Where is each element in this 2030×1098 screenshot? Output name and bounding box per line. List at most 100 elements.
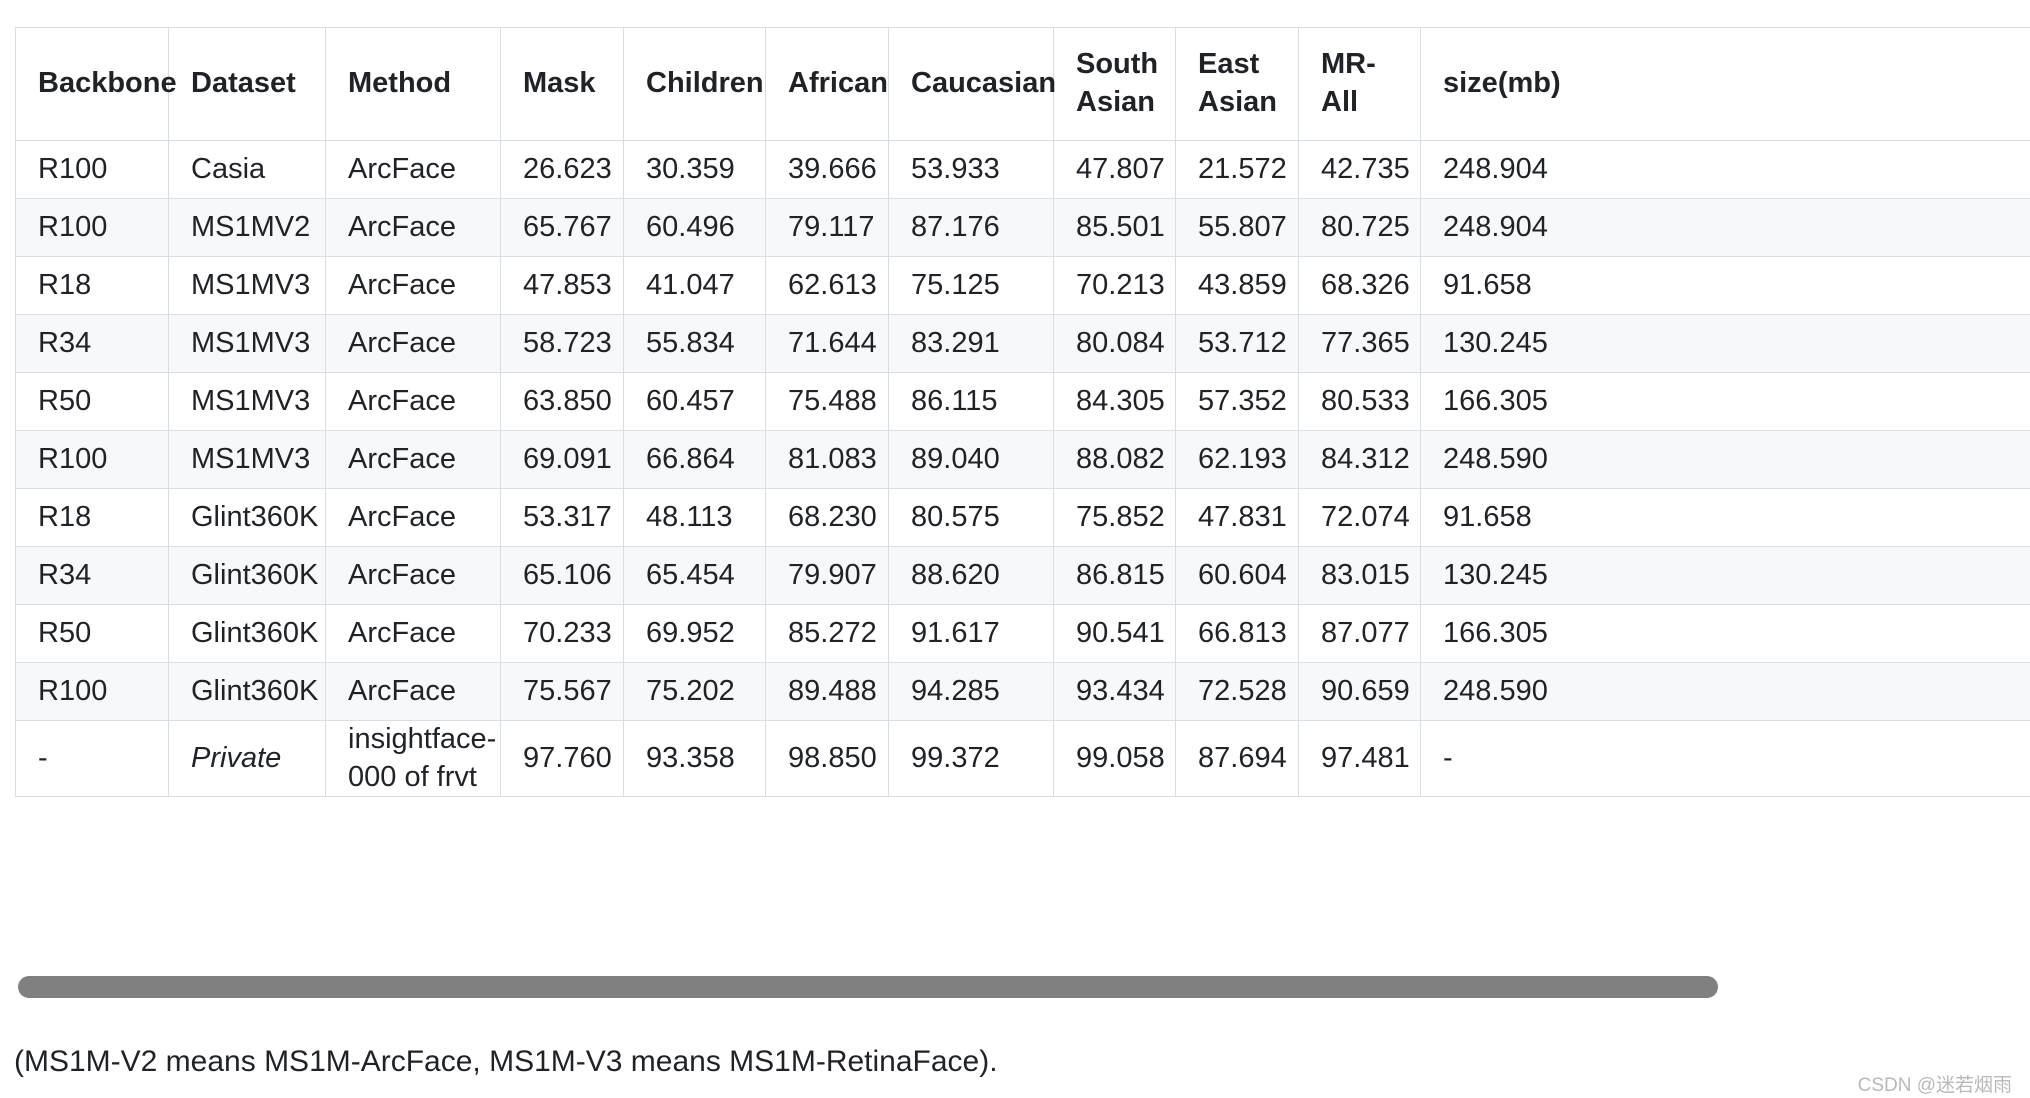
cell-method: ArcFace	[325, 546, 501, 605]
cell-caucasian: 99.372	[888, 719, 1054, 798]
cell-size-mb: 130.245	[1420, 314, 2030, 373]
cell-dataset: Glint360K	[168, 488, 326, 547]
cell-mr-all: 42.735	[1298, 140, 1421, 199]
cell-mr-all: 72.074	[1298, 488, 1421, 547]
cell-children: 69.952	[623, 604, 766, 663]
table-scroll-viewport[interactable]: Backbone Dataset Method Mask Children Af…	[15, 27, 2030, 1004]
cell-dataset: MS1MV3	[168, 314, 326, 373]
cell-east-asian: 47.831	[1175, 488, 1299, 547]
cell-mr-all: 80.533	[1298, 372, 1421, 431]
table-header-row: Backbone Dataset Method Mask Children Af…	[15, 27, 2030, 141]
cell-caucasian: 91.617	[888, 604, 1054, 663]
cell-east-asian: 66.813	[1175, 604, 1299, 663]
cell-method: ArcFace	[325, 256, 501, 315]
cell-backbone: R18	[15, 488, 169, 547]
cell-mr-all: 77.365	[1298, 314, 1421, 373]
cell-caucasian: 89.040	[888, 430, 1054, 489]
column-header-method: Method	[325, 27, 501, 141]
table-row: R50 MS1MV3 ArcFace 63.850 60.457 75.488 …	[15, 372, 2030, 431]
cell-caucasian: 88.620	[888, 546, 1054, 605]
cell-dataset: Glint360K	[168, 604, 326, 663]
cell-backbone: R34	[15, 546, 169, 605]
cell-mr-all: 90.659	[1298, 662, 1421, 721]
table-header: Backbone Dataset Method Mask Children Af…	[15, 27, 2030, 141]
cell-south-asian: 90.541	[1053, 604, 1176, 663]
table-row: - Private insightface-000 of frvt 97.760…	[15, 719, 2030, 798]
benchmark-results-table: Backbone Dataset Method Mask Children Af…	[15, 27, 2030, 798]
cell-backbone: R100	[15, 662, 169, 721]
cell-caucasian: 80.575	[888, 488, 1054, 547]
table-row: R50 Glint360K ArcFace 70.233 69.952 85.2…	[15, 604, 2030, 663]
cell-caucasian: 87.176	[888, 198, 1054, 257]
cell-backbone: -	[15, 719, 169, 798]
cell-south-asian: 88.082	[1053, 430, 1176, 489]
cell-size-mb: 248.590	[1420, 662, 2030, 721]
horizontal-scrollbar-thumb[interactable]	[18, 976, 1718, 998]
cell-mask: 70.233	[500, 604, 624, 663]
cell-mask: 65.106	[500, 546, 624, 605]
cell-mr-all: 97.481	[1298, 719, 1421, 798]
cell-caucasian: 53.933	[888, 140, 1054, 199]
cell-east-asian: 53.712	[1175, 314, 1299, 373]
cell-method: ArcFace	[325, 662, 501, 721]
column-header-backbone: Backbone	[15, 27, 177, 141]
cell-east-asian: 21.572	[1175, 140, 1299, 199]
cell-dataset: MS1MV3	[168, 372, 326, 431]
cell-children: 66.864	[623, 430, 766, 489]
cell-south-asian: 70.213	[1053, 256, 1176, 315]
cell-caucasian: 75.125	[888, 256, 1054, 315]
cell-size-mb: 91.658	[1420, 488, 2030, 547]
cell-caucasian: 83.291	[888, 314, 1054, 373]
column-header-caucasian: Caucasian	[888, 27, 1056, 141]
cell-method: ArcFace	[325, 430, 501, 489]
page-root: Backbone Dataset Method Mask Children Af…	[0, 0, 2030, 1098]
cell-caucasian: 94.285	[888, 662, 1054, 721]
watermark: CSDN @迷若烟雨	[1857, 1075, 2012, 1096]
column-header-children: Children	[623, 27, 766, 141]
cell-children: 48.113	[623, 488, 766, 547]
cell-south-asian: 47.807	[1053, 140, 1176, 199]
cell-backbone: R34	[15, 314, 169, 373]
column-header-south-asian: South Asian	[1053, 27, 1176, 141]
cell-mask: 47.853	[500, 256, 624, 315]
cell-african: 79.907	[765, 546, 889, 605]
cell-backbone: R50	[15, 604, 169, 663]
cell-dataset: MS1MV3	[168, 256, 326, 315]
cell-children: 60.496	[623, 198, 766, 257]
cell-african: 71.644	[765, 314, 889, 373]
cell-south-asian: 99.058	[1053, 719, 1176, 798]
cell-african: 98.850	[765, 719, 889, 798]
cell-dataset: Private	[168, 719, 326, 798]
cell-children: 60.457	[623, 372, 766, 431]
cell-south-asian: 85.501	[1053, 198, 1176, 257]
cell-african: 79.117	[765, 198, 889, 257]
cell-mr-all: 80.725	[1298, 198, 1421, 257]
cell-south-asian: 80.084	[1053, 314, 1176, 373]
column-header-east-asian: East Asian	[1175, 27, 1299, 141]
cell-mask: 26.623	[500, 140, 624, 199]
cell-mask: 69.091	[500, 430, 624, 489]
cell-mr-all: 84.312	[1298, 430, 1421, 489]
cell-mr-all: 83.015	[1298, 546, 1421, 605]
cell-east-asian: 43.859	[1175, 256, 1299, 315]
cell-size-mb: -	[1420, 719, 2030, 798]
cell-mask: 65.767	[500, 198, 624, 257]
cell-mr-all: 87.077	[1298, 604, 1421, 663]
cell-african: 81.083	[765, 430, 889, 489]
cell-size-mb: 91.658	[1420, 256, 2030, 315]
cell-south-asian: 84.305	[1053, 372, 1176, 431]
cell-method: ArcFace	[325, 314, 501, 373]
cell-south-asian: 86.815	[1053, 546, 1176, 605]
cell-east-asian: 55.807	[1175, 198, 1299, 257]
cell-east-asian: 62.193	[1175, 430, 1299, 489]
cell-backbone: R100	[15, 198, 169, 257]
cell-method: ArcFace	[325, 372, 501, 431]
horizontal-scrollbar[interactable]	[16, 971, 2029, 1004]
cell-dataset: MS1MV3	[168, 430, 326, 489]
cell-method: ArcFace	[325, 198, 501, 257]
table-body: R100 Casia ArcFace 26.623 30.359 39.666 …	[15, 140, 2030, 798]
cell-east-asian: 87.694	[1175, 719, 1299, 798]
cell-size-mb: 248.904	[1420, 198, 2030, 257]
cell-mask: 75.567	[500, 662, 624, 721]
cell-african: 62.613	[765, 256, 889, 315]
